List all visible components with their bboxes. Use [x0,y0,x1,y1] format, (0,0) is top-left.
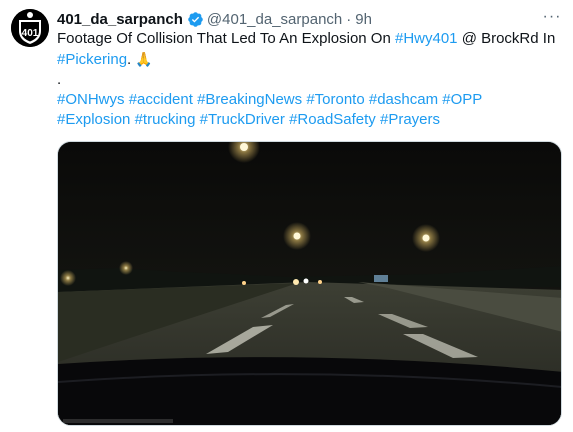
hashtag-link[interactable]: #Hwy401 [395,30,458,47]
hashtag-link[interactable]: #BreakingNews [197,91,302,108]
hashtag-link[interactable]: #Pickering [57,51,127,68]
hwy-401-shield-icon: 401 [11,9,49,47]
separator-dot: · [346,10,352,28]
hashtag-link[interactable]: #trucking [135,111,196,128]
dashcam-night-frame [58,142,561,425]
more-label: ··· [542,8,562,25]
hashtag-link[interactable]: #ONHwys [57,91,125,108]
hashtag-link[interactable]: #accident [129,91,193,108]
praying-hands-emoji: 🙏 [135,51,153,67]
avatar[interactable]: 401 [11,9,49,47]
tweet-line-2: #Pickering. 🙏 [57,49,557,70]
author-handle[interactable]: @401_da_sarpanch [207,11,342,28]
hashtag-link[interactable]: #Toronto [306,91,364,108]
hashtag-link[interactable]: #Prayers [380,111,440,128]
hashtag-link[interactable]: #RoadSafety [289,111,376,128]
tweet-hashtags-line-1: #ONHwys #accident #BreakingNews #Toronto… [57,90,557,110]
tweet-line-1: Footage Of Collision That Led To An Expl… [57,29,557,49]
tweet-text-segment: . [127,51,132,68]
hashtag-link[interactable]: #dashcam [369,91,438,108]
hashtag-link[interactable]: #TruckDriver [200,111,285,128]
shield-text: 401 [22,28,39,39]
verified-badge-icon [187,11,204,28]
tweet-text-segment: Footage Of Collision That Led To An Expl… [57,30,395,47]
tweet-video[interactable] [57,141,562,426]
tweet-card[interactable]: 401 401_da_sarpanch @401_da_sarpanch · 9… [0,0,573,432]
more-options-icon[interactable]: ··· [541,6,563,28]
author-name[interactable]: 401_da_sarpanch [57,11,183,28]
tweet-hashtags-line-2: #Explosion #trucking #TruckDriver #RoadS… [57,110,557,130]
tweet-header: 401_da_sarpanch @401_da_sarpanch · 9h [57,9,561,29]
hashtag-link[interactable]: #OPP [442,91,482,108]
tweet-timestamp[interactable]: 9h [355,11,372,28]
tweet-text: Footage Of Collision That Led To An Expl… [57,29,557,130]
tweet-line-3: . [57,71,62,88]
tweet-text-segment: @ BrockRd In [457,30,556,47]
hashtag-link[interactable]: #Explosion [57,111,130,128]
